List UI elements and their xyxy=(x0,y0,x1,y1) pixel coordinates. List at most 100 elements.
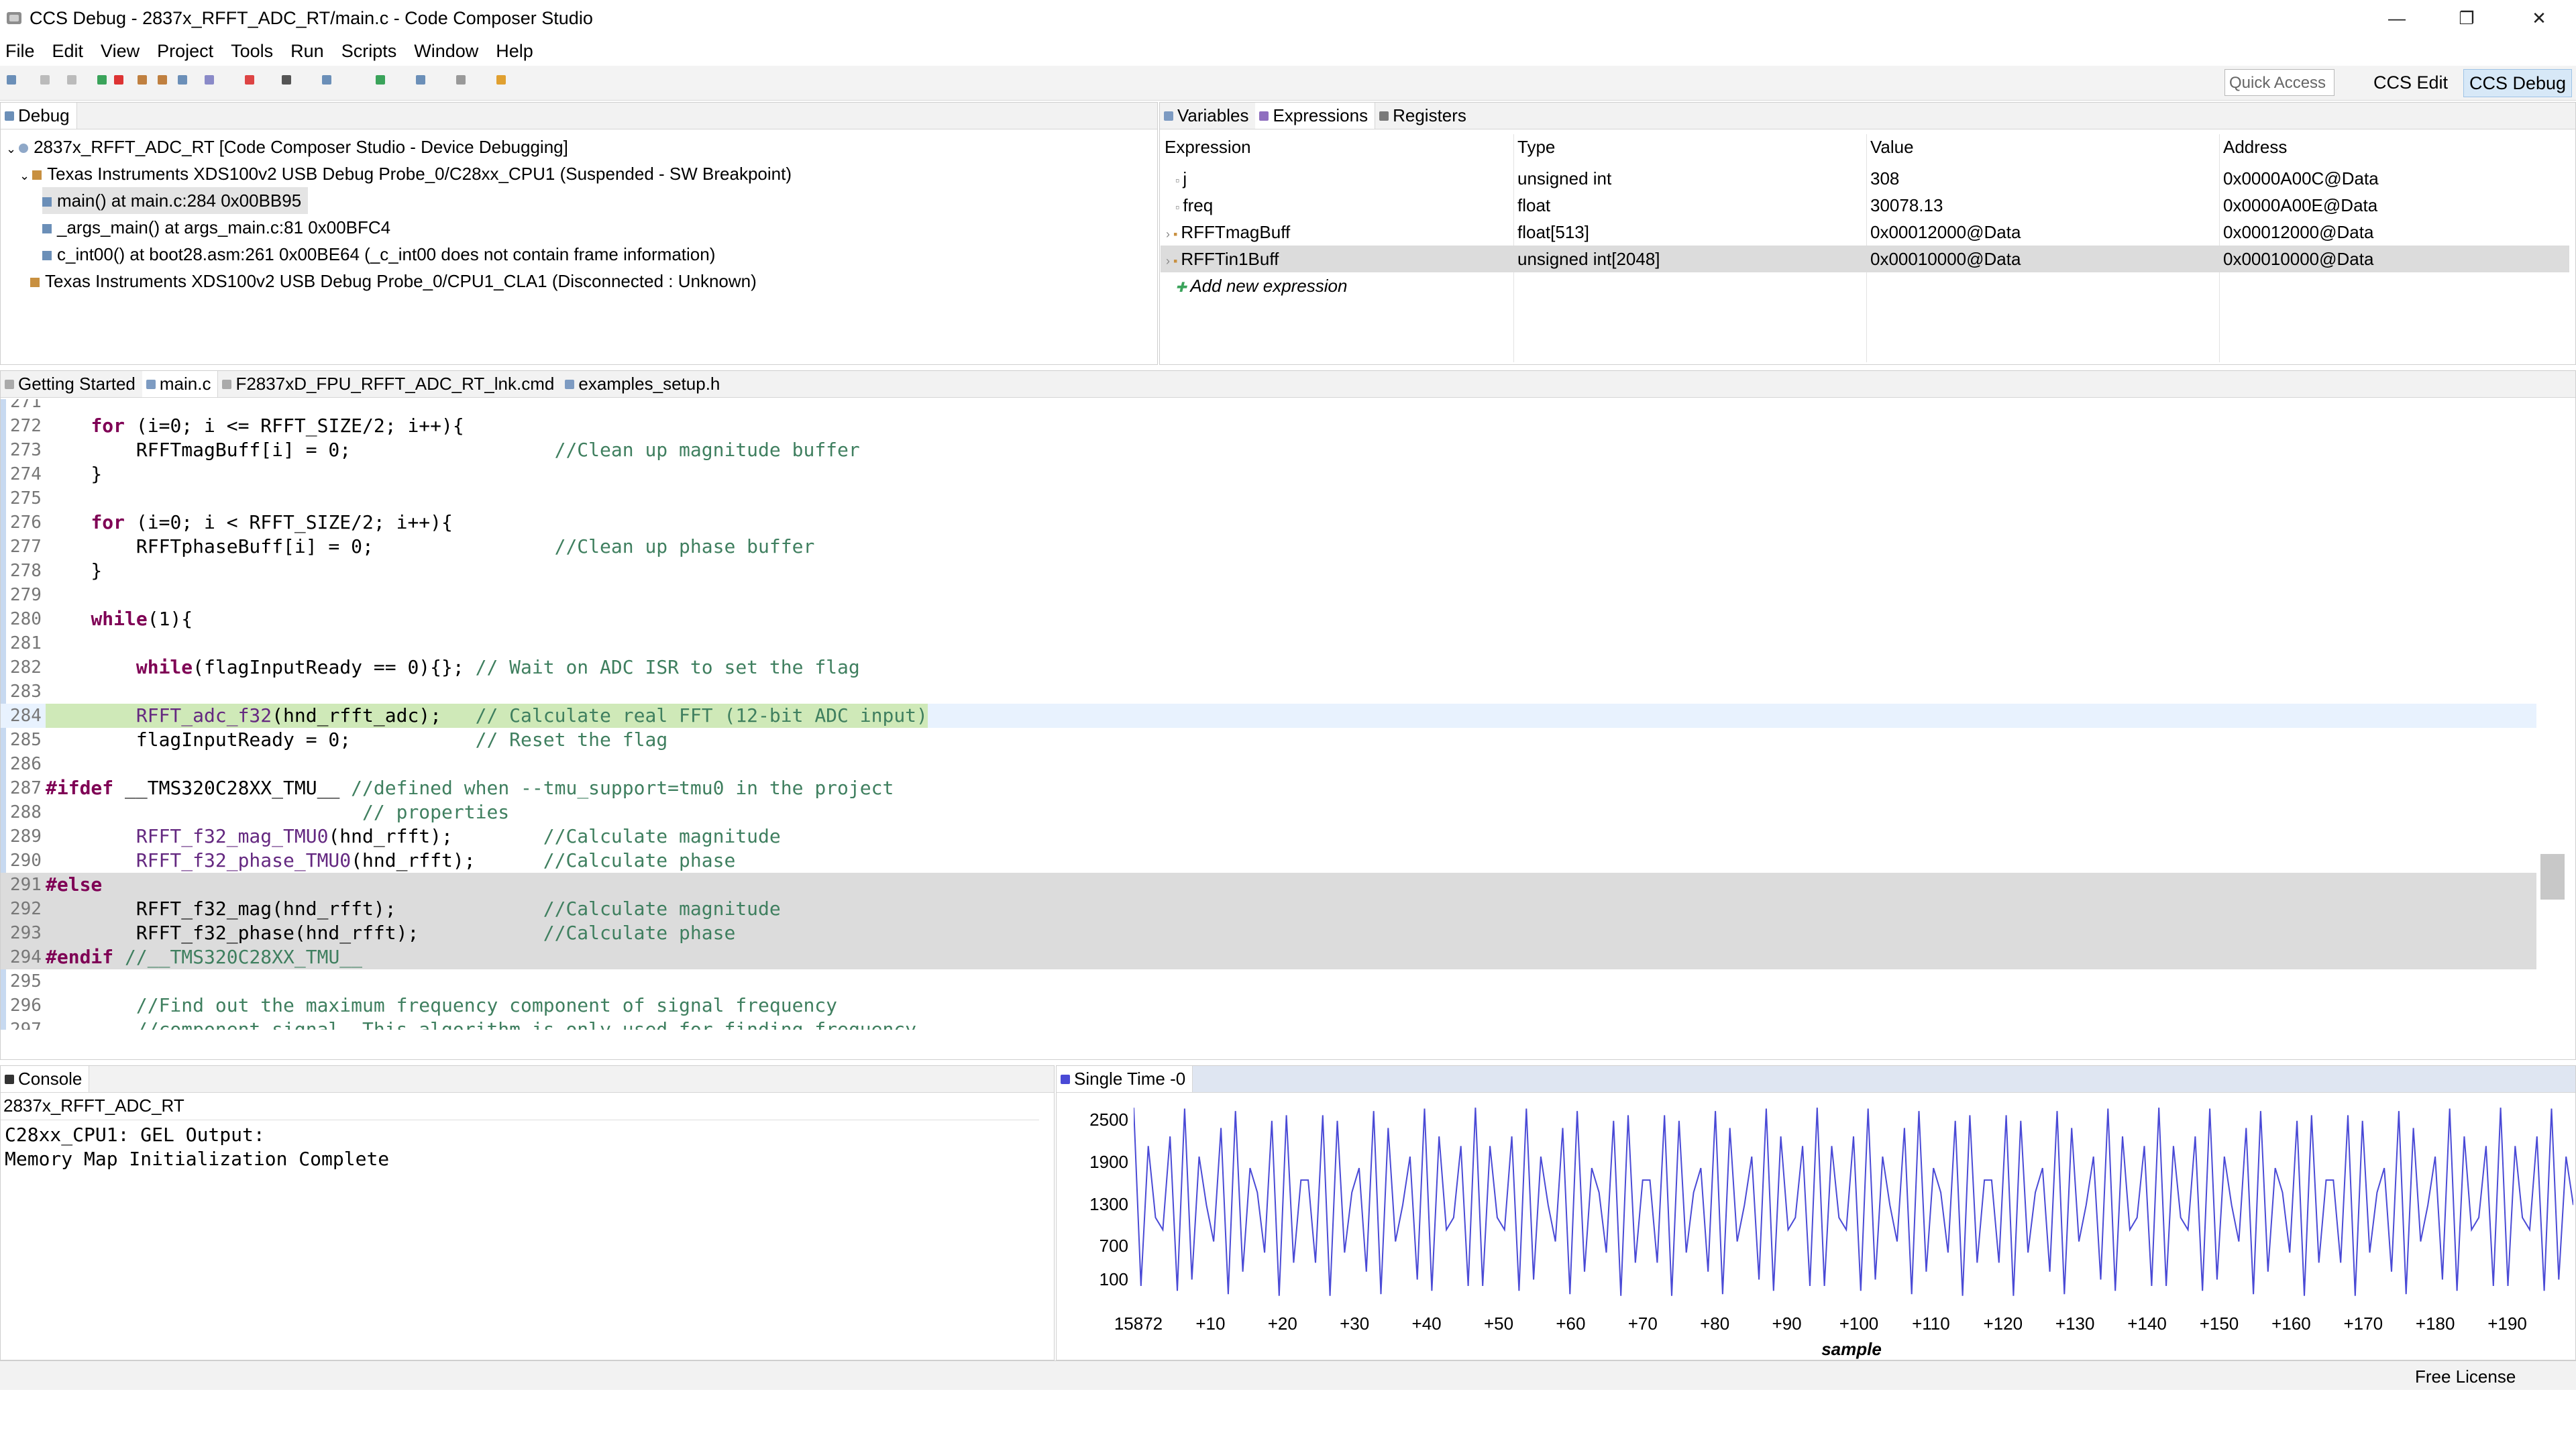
refresh-icon[interactable] xyxy=(416,75,425,85)
tab-expressions[interactable]: Expressions xyxy=(1255,103,1376,129)
reset-icon[interactable] xyxy=(178,75,187,85)
code-line[interactable]: 275 xyxy=(1,486,2536,511)
code-token: (hnd_rfft_adc); xyxy=(272,704,476,727)
code-line[interactable]: 297 //component signal. This algorithm i… xyxy=(1,1018,2536,1030)
debug-icon[interactable] xyxy=(282,75,291,85)
menu-project[interactable]: Project xyxy=(156,41,215,62)
tab-variables[interactable]: Variables xyxy=(1160,103,1255,129)
code-line[interactable]: 285 flagInputReady = 0; // Reset the fla… xyxy=(1,728,2536,752)
code-line[interactable]: 277 RFFTphaseBuff[i] = 0; //Clean up pha… xyxy=(1,535,2536,559)
quick-access-input[interactable]: Quick Access xyxy=(2224,69,2334,96)
tools-icon[interactable] xyxy=(496,75,506,85)
resume-icon[interactable] xyxy=(97,75,107,85)
editor-scrollbar-thumb[interactable] xyxy=(2540,854,2565,900)
code-line[interactable]: 279 xyxy=(1,583,2536,607)
expression-value[interactable]: 30078.13 xyxy=(1870,192,1943,219)
code-line[interactable]: 291 #else xyxy=(1,873,2536,897)
expression-value[interactable]: 0x00012000@Data xyxy=(1870,219,2021,246)
stack-frame-args-main[interactable]: _args_main() at args_main.c:81 0x00BFC4 xyxy=(42,214,390,241)
tab-single-time[interactable]: Single Time -0 xyxy=(1057,1066,1193,1092)
stack-frame-icon xyxy=(42,224,52,234)
expression-value[interactable]: 0x00010000@Data xyxy=(1870,246,2021,272)
memory-icon[interactable] xyxy=(205,75,214,85)
stack-frame-main-label: main() at main.c:284 0x00BB95 xyxy=(57,191,302,211)
menu-scripts[interactable]: Scripts xyxy=(340,41,398,62)
code-line[interactable]: 287 #ifdef __TMS320C28XX_TMU__ //defined … xyxy=(1,776,2536,800)
code-line[interactable]: 296 //Find out the maximum frequency com… xyxy=(1,994,2536,1018)
license-status[interactable]: Free License xyxy=(2415,1366,2516,1387)
menu-window[interactable]: Window xyxy=(413,41,480,62)
save-icon[interactable] xyxy=(40,75,50,85)
add-new-expression-row[interactable]: ✚ Add new expression xyxy=(1161,272,2569,299)
code-line[interactable]: 278 } xyxy=(1,559,2536,583)
close-button[interactable]: ✕ xyxy=(2502,0,2576,36)
save-all-icon[interactable] xyxy=(67,75,76,85)
code-editor[interactable]: 271 272 for (i=0; i <= RFFT_SIZE/2; i++){… xyxy=(1,399,2536,1030)
code-line[interactable]: 289 RFFT_f32_mag_TMU0(hnd_rfft); //Calcu… xyxy=(1,824,2536,849)
tab-debug[interactable]: Debug xyxy=(1,103,77,129)
expand-arrow-icon[interactable]: › xyxy=(1166,254,1173,268)
expression-row[interactable]: ▫ j unsigned int 308 0x0000A00C@Data xyxy=(1161,165,2569,192)
run-icon[interactable] xyxy=(322,75,331,85)
tab-main-c[interactable]: main.c xyxy=(142,371,219,397)
menu-tools[interactable]: Tools xyxy=(229,41,274,62)
minimize-button[interactable]: — xyxy=(2360,0,2434,36)
expression-row[interactable]: › ▪ RFFTmagBuff float[513] 0x00012000@Da… xyxy=(1161,219,2569,246)
code-line[interactable]: 294 #endif //__TMS320C28XX_TMU__ xyxy=(1,945,2536,969)
expression-row-selected[interactable]: › ▪ RFFTin1Buff unsigned int[2048] 0x000… xyxy=(1161,246,2569,272)
menu-edit[interactable]: Edit xyxy=(51,41,85,62)
perspective-ccs-edit[interactable]: CCS Edit xyxy=(2368,69,2453,97)
code-line[interactable]: 283 xyxy=(1,680,2536,704)
code-line[interactable]: 276 for (i=0; i < RFFT_SIZE/2; i++){ xyxy=(1,511,2536,535)
code-line[interactable]: 293 RFFT_f32_phase(hnd_rfft); //Calculat… xyxy=(1,921,2536,945)
debug-cla1-row[interactable]: Texas Instruments XDS100v2 USB Debug Pro… xyxy=(30,268,757,294)
tab-examples-setup-h[interactable]: examples_setup.h xyxy=(561,371,727,397)
new-icon[interactable] xyxy=(7,75,16,85)
code-line[interactable]: 284 RFFT_adc_f32(hnd_rfft_adc); // Calcu… xyxy=(1,704,2536,728)
column-header-value[interactable]: Value xyxy=(1870,137,1914,158)
perspective-ccs-debug[interactable]: CCS Debug xyxy=(2463,69,2573,97)
code-line[interactable]: 281 xyxy=(1,631,2536,655)
code-line[interactable]: 282 while(flagInputReady == 0){}; // Wai… xyxy=(1,655,2536,680)
terminate-icon[interactable] xyxy=(114,75,123,85)
console-tab-row: Console xyxy=(1,1066,1054,1093)
debug-cpu1-row[interactable]: ⌄ Texas Instruments XDS100v2 USB Debug Pr… xyxy=(19,160,792,187)
expression-row[interactable]: ▫ freq float 30078.13 0x0000A00E@Data xyxy=(1161,192,2569,219)
restore-button[interactable]: ❐ xyxy=(2430,0,2504,36)
column-header-expression[interactable]: Expression xyxy=(1165,137,1251,158)
expand-arrow-icon[interactable]: ⌄ xyxy=(19,169,30,182)
debug-session-row[interactable]: ⌄ 2837x_RFFT_ADC_RT [Code Composer Studio… xyxy=(6,133,568,160)
code-line[interactable]: 288 // properties xyxy=(1,800,2536,824)
tab-lnk-cmd[interactable]: F2837xD_FPU_RFFT_ADC_RT_lnk.cmd xyxy=(218,371,561,397)
step-over-icon[interactable] xyxy=(158,75,167,85)
code-line[interactable]: 280 while(1){ xyxy=(1,607,2536,631)
menu-run[interactable]: Run xyxy=(289,41,325,62)
connect-icon[interactable] xyxy=(376,75,385,85)
code-line[interactable]: 290 RFFT_f32_phase_TMU0(hnd_rfft); //Cal… xyxy=(1,849,2536,873)
column-header-type[interactable]: Type xyxy=(1517,137,1555,158)
expand-arrow-icon[interactable]: › xyxy=(1166,227,1173,241)
tab-console[interactable]: Console xyxy=(1,1066,90,1092)
code-line[interactable]: 271 xyxy=(1,399,2536,414)
waveform-plot[interactable] xyxy=(1134,1100,2573,1296)
expression-value[interactable]: 308 xyxy=(1870,165,1899,192)
code-line[interactable]: 272 for (i=0; i <= RFFT_SIZE/2; i++){ xyxy=(1,414,2536,438)
tab-getting-started[interactable]: Getting Started xyxy=(1,371,142,397)
tab-registers[interactable]: Registers xyxy=(1375,103,1473,129)
expand-arrow-icon[interactable]: ⌄ xyxy=(6,142,16,156)
code-line[interactable]: 274 } xyxy=(1,462,2536,486)
menu-help[interactable]: Help xyxy=(494,41,535,62)
search-icon[interactable] xyxy=(456,75,466,85)
stack-frame-main[interactable]: main() at main.c:284 0x00BB95 xyxy=(42,187,309,214)
code-line[interactable]: 295 xyxy=(1,969,2536,994)
menu-file[interactable]: File xyxy=(4,41,36,62)
code-line[interactable]: 273 RFFTmagBuff[i] = 0; //Clean up magni… xyxy=(1,438,2536,462)
stack-frame-c-int00[interactable]: c_int00() at boot28.asm:261 0x00BE64 (_c… xyxy=(42,241,715,268)
column-header-address[interactable]: Address xyxy=(2223,137,2287,158)
code-line[interactable]: 292 RFFT_f32_mag(hnd_rfft); //Calculate … xyxy=(1,897,2536,921)
breakpoint-icon[interactable] xyxy=(245,75,254,85)
code-line[interactable]: 286 xyxy=(1,752,2536,776)
step-into-icon[interactable] xyxy=(138,75,147,85)
menu-view[interactable]: View xyxy=(99,41,141,62)
